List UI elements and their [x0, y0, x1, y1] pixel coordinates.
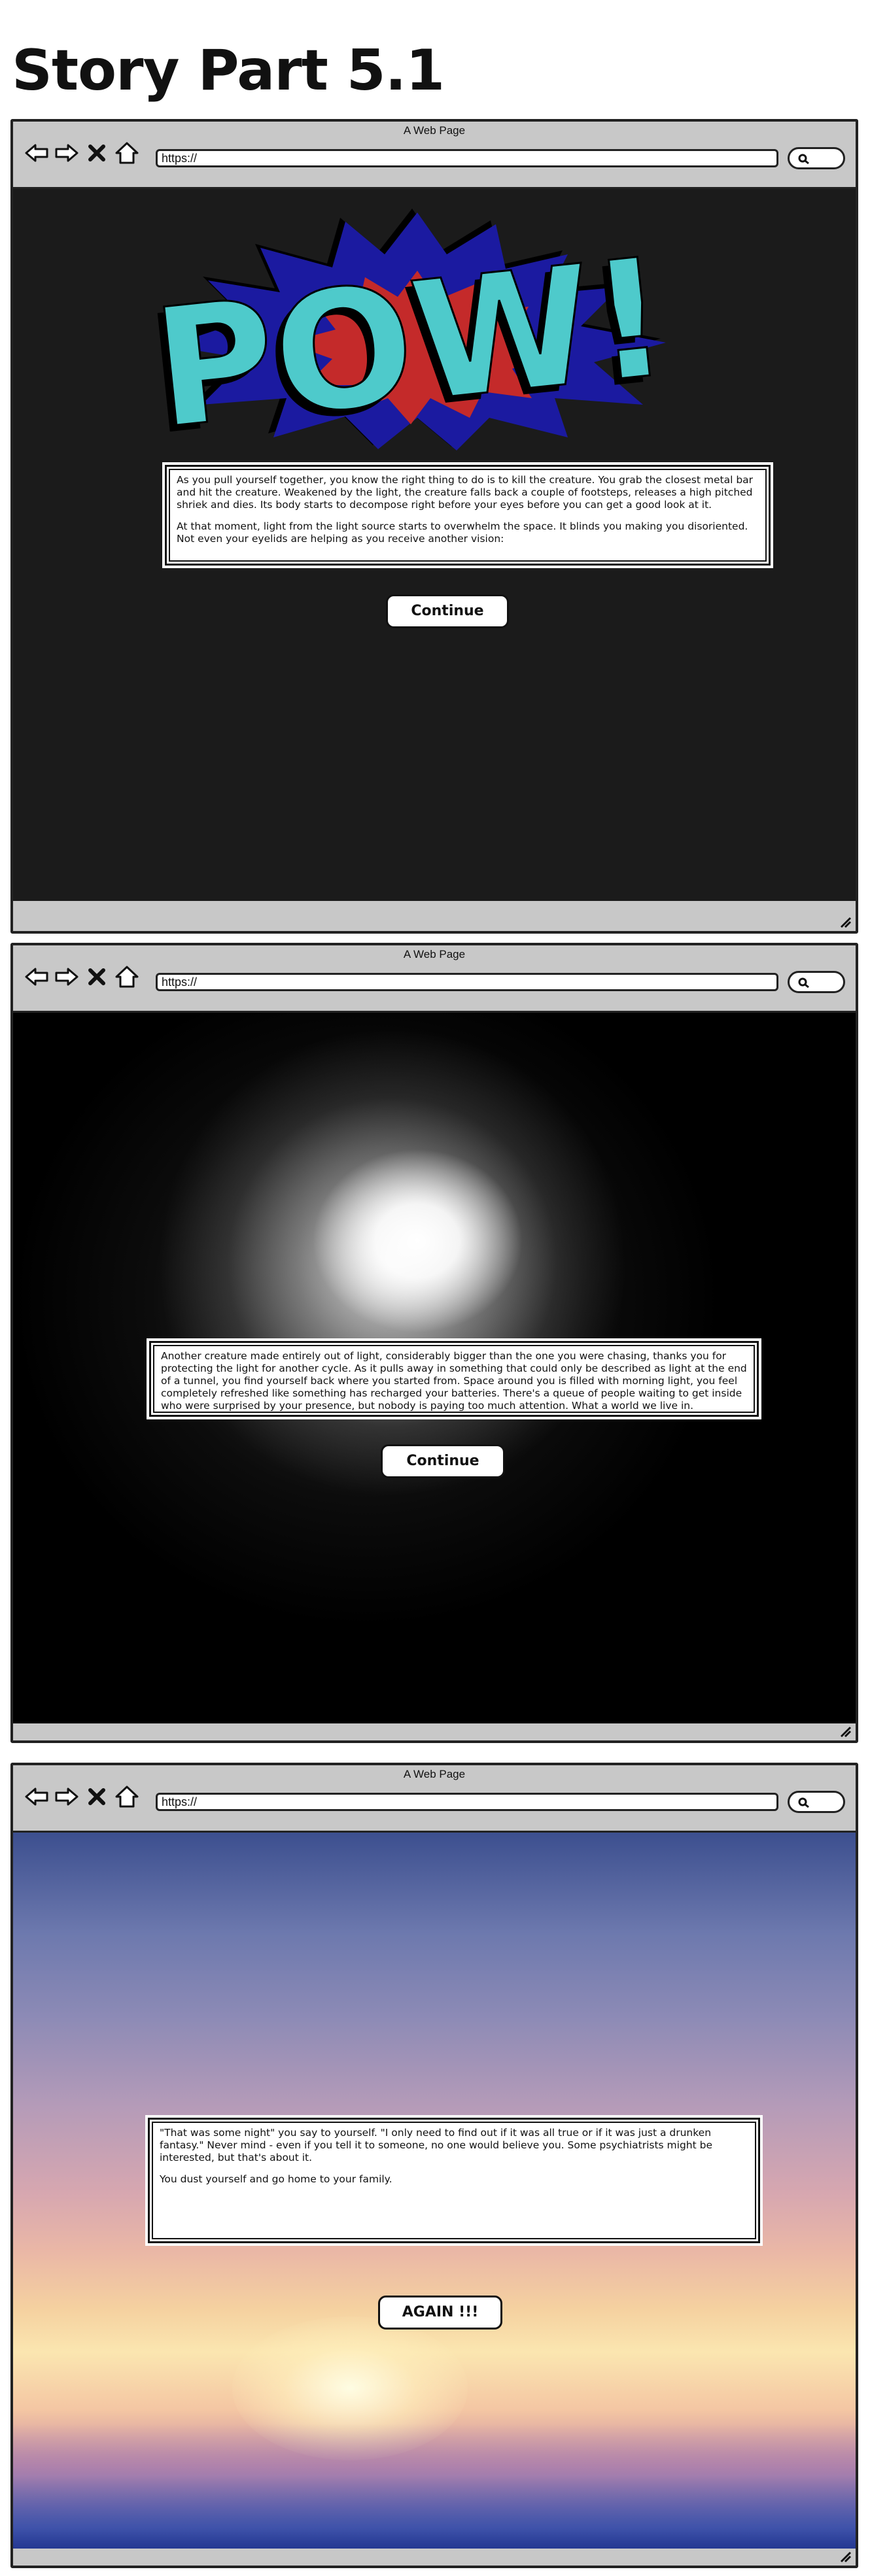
story-paragraph: At that moment, light from the light sou… [177, 520, 748, 545]
resize-grip-icon[interactable] [837, 914, 852, 928]
search-button[interactable] [788, 147, 845, 169]
page-viewport: "That was some night" you say to yoursel… [13, 1831, 856, 2556]
browser-window-2: A Web Page https:// Another creature mad… [10, 943, 858, 1743]
url-bar[interactable]: https:// [156, 973, 778, 991]
story-box-3: "That was some night" you say to yoursel… [145, 2115, 763, 2246]
nav-icons [24, 140, 140, 166]
forward-arrow-icon[interactable] [54, 1784, 80, 1810]
cloud-layer [13, 2424, 856, 2554]
nav-icons [24, 964, 140, 990]
search-icon [798, 154, 809, 165]
story-paragraph: As you pull yourself together, you know … [177, 474, 754, 511]
continue-button[interactable]: Continue [386, 594, 509, 628]
resize-grip-icon[interactable] [837, 2549, 852, 2563]
story-box-1: As you pull yourself together, you know … [162, 462, 773, 568]
search-icon [798, 1797, 809, 1808]
pow-text: POW! [149, 222, 676, 450]
url-bar[interactable]: https:// [156, 1793, 778, 1811]
story-paragraph: You dust yourself and go home to your fa… [160, 2173, 392, 2185]
status-bar [13, 1723, 856, 1740]
status-bar [13, 2549, 856, 2566]
story-paragraph: "That was some night" you say to yoursel… [160, 2127, 712, 2163]
forward-arrow-icon[interactable] [54, 964, 80, 990]
status-bar [13, 901, 856, 931]
pow-banner: POW! POW! [149, 209, 678, 450]
story-text-area: As you pull yourself together, you know … [169, 469, 767, 562]
story-paragraph: Another creature made entirely out of li… [161, 1350, 747, 1412]
window-title: A Web Page [403, 1768, 466, 1780]
search-icon [798, 977, 809, 989]
story-text-area: "That was some night" you say to yoursel… [152, 2122, 756, 2239]
browser-chrome: A Web Page https:// [13, 945, 856, 1011]
continue-button[interactable]: Continue [381, 1444, 505, 1478]
url-bar[interactable]: https:// [156, 149, 778, 167]
close-x-icon[interactable] [84, 140, 110, 166]
home-icon[interactable] [114, 140, 140, 166]
again-button[interactable]: AGAIN !!! [378, 2296, 502, 2330]
story-box-2: Another creature made entirely out of li… [147, 1338, 761, 1419]
back-arrow-icon[interactable] [24, 1784, 50, 1810]
browser-chrome: A Web Page https:// [13, 1765, 856, 1831]
search-button[interactable] [788, 1791, 845, 1813]
window-title: A Web Page [403, 948, 466, 960]
nav-icons [24, 1784, 140, 1810]
back-arrow-icon[interactable] [24, 140, 50, 166]
page-viewport: POW! POW! As you pull yourself together,… [13, 187, 856, 906]
close-x-icon[interactable] [84, 1784, 110, 1810]
back-arrow-icon[interactable] [24, 964, 50, 990]
page-title: Story Part 5.1 [12, 38, 445, 103]
forward-arrow-icon[interactable] [54, 140, 80, 166]
search-button[interactable] [788, 971, 845, 993]
browser-chrome: A Web Page https:// [13, 122, 856, 187]
story-text-area: Another creature made entirely out of li… [153, 1345, 755, 1413]
resize-grip-icon[interactable] [837, 1723, 852, 1738]
browser-window-3: A Web Page https:// "That was some night… [10, 1763, 858, 2568]
home-icon[interactable] [114, 1784, 140, 1810]
browser-window-1: A Web Page https:// POW! POW! As you pul… [10, 119, 858, 934]
window-title: A Web Page [403, 124, 466, 137]
close-x-icon[interactable] [84, 964, 110, 990]
home-icon[interactable] [114, 964, 140, 990]
page-viewport: Another creature made entirely out of li… [13, 1011, 856, 1727]
